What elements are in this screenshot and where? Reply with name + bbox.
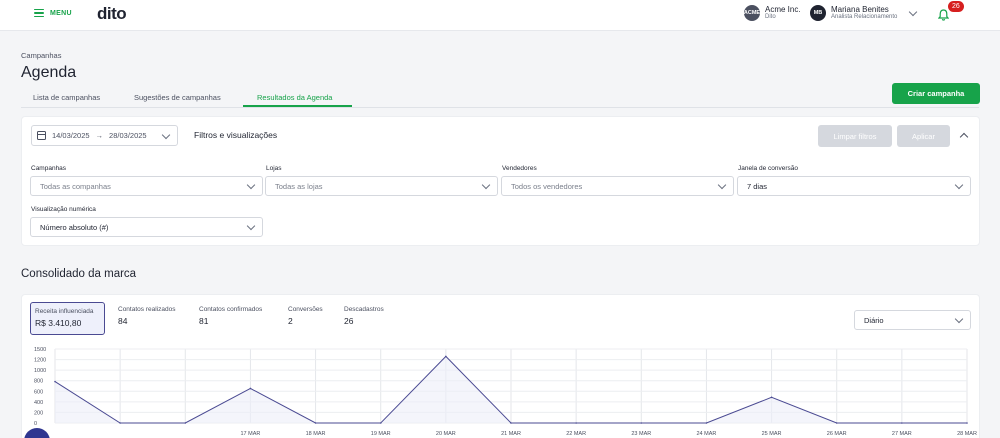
data-point	[314, 422, 317, 424]
data-point	[249, 387, 252, 390]
y-tick-label: 600	[34, 389, 43, 395]
data-point	[54, 380, 56, 383]
data-point	[966, 422, 968, 424]
x-tick-label: 25 MAR	[762, 431, 782, 437]
x-tick-label: 28 MAR	[957, 431, 977, 437]
y-tick-label: 1200	[34, 358, 46, 364]
y-axis: 1500 1200 1000 800 600 400 200 0	[34, 347, 46, 427]
x-tick-label: 24 MAR	[696, 431, 716, 437]
y-tick-label: 800	[34, 379, 43, 385]
x-tick-label: 21 MAR	[501, 431, 521, 437]
x-tick-label: 18 MAR	[306, 431, 326, 437]
y-tick-label: 1000	[34, 368, 46, 374]
data-point	[119, 422, 121, 424]
data-point	[705, 422, 708, 424]
data-point	[379, 422, 382, 424]
data-point	[575, 422, 577, 424]
data-point	[184, 422, 187, 424]
y-tick-label: 400	[34, 400, 43, 406]
x-tick-label: 27 MAR	[892, 431, 912, 437]
x-axis: 17 MAR 18 MAR 19 MAR 20 MAR 21 MAR 22 MAR 23 M…	[240, 431, 976, 437]
x-tick-label: 20 MAR	[436, 431, 456, 437]
x-tick-label: 17 MAR	[240, 431, 260, 437]
revenue-line-chart: 1500 1200 1000 800 600 400 200 0 17 MAR 18 MAR 19…	[34, 347, 977, 437]
data-point	[640, 422, 643, 424]
y-tick-label: 0	[34, 421, 37, 427]
data-point	[770, 396, 773, 399]
x-tick-label: 23 MAR	[631, 431, 651, 437]
x-tick-label: 26 MAR	[827, 431, 847, 437]
data-point	[901, 422, 903, 424]
data-point	[445, 355, 447, 358]
x-tick-label: 22 MAR	[566, 431, 586, 437]
data-point	[510, 422, 512, 424]
chart-grid	[54, 348, 968, 424]
data-point	[835, 422, 838, 424]
y-tick-label: 1500	[34, 347, 46, 353]
y-tick-label: 200	[34, 410, 43, 416]
x-tick-label: 19 MAR	[371, 431, 391, 437]
